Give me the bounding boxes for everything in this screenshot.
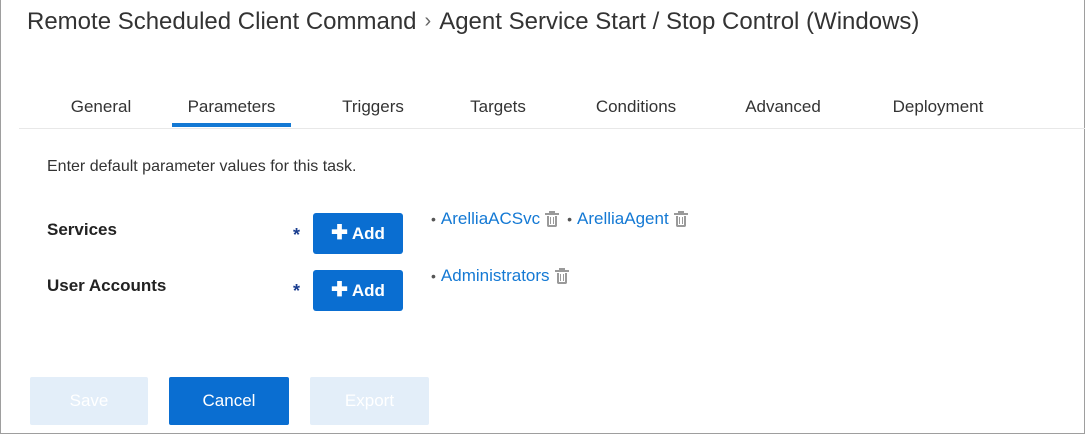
tab-deployment[interactable]: Deployment (883, 92, 993, 128)
user-accounts-label: User Accounts (47, 276, 167, 295)
user-accounts-value-list: • Administrators (431, 266, 577, 286)
service-link-arelliaacsvc[interactable]: ArelliaACSvc (441, 209, 540, 229)
bullet: • (431, 211, 436, 227)
breadcrumb: Remote Scheduled Client Command › Agent … (27, 4, 919, 40)
tab-advanced[interactable]: Advanced (738, 92, 828, 128)
intro-text: Enter default parameter values for this … (47, 158, 357, 175)
trash-icon[interactable] (545, 211, 560, 227)
list-item: • Administrators (431, 266, 569, 286)
services-label: Services (47, 220, 117, 239)
list-item: • ArelliaACSvc (431, 209, 560, 229)
plus-icon: ✚ (331, 278, 348, 301)
add-user-account-button[interactable]: ✚ Add (313, 270, 403, 311)
plus-icon: ✚ (331, 221, 348, 244)
add-user-account-label: Add (351, 280, 385, 300)
breadcrumb-separator-icon: › (424, 9, 432, 32)
trash-icon[interactable] (554, 268, 569, 284)
list-item: • ArelliaAgent (567, 209, 688, 229)
bullet: • (567, 211, 573, 227)
user-account-link-administrators[interactable]: Administrators (441, 266, 550, 286)
services-value-list: • ArelliaACSvc • ArelliaAgent (431, 209, 696, 229)
add-service-label: Add (351, 223, 385, 243)
save-button[interactable]: Save (30, 377, 148, 425)
export-button[interactable]: Export (310, 377, 429, 425)
breadcrumb-parent[interactable]: Remote Scheduled Client Command (27, 8, 417, 36)
tab-conditions[interactable]: Conditions (587, 92, 685, 128)
tab-general[interactable]: General (65, 92, 137, 128)
tab-parameters[interactable]: Parameters (172, 92, 291, 128)
services-required-marker: * (293, 225, 301, 245)
page-title: Agent Service Start / Stop Control (Wind… (439, 8, 920, 35)
task-editor-window: Remote Scheduled Client Command › Agent … (0, 0, 1085, 434)
user-accounts-required-marker: * (293, 281, 301, 301)
service-link-arelliaagent[interactable]: ArelliaAgent (577, 209, 669, 229)
trash-icon[interactable] (673, 211, 688, 227)
add-service-button[interactable]: ✚ Add (313, 213, 403, 254)
cancel-button[interactable]: Cancel (169, 377, 289, 425)
bullet: • (431, 268, 436, 284)
tab-triggers[interactable]: Triggers (335, 92, 411, 128)
tab-targets[interactable]: Targets (464, 92, 532, 128)
tab-bar: General Parameters Triggers Targets Cond… (19, 92, 1085, 129)
